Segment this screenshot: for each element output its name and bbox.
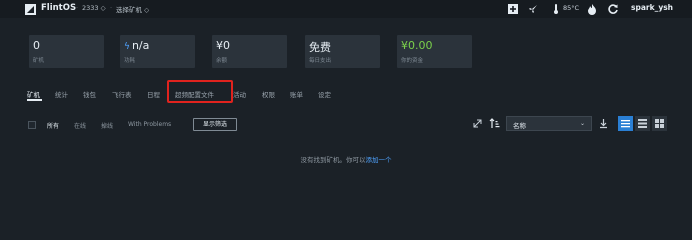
breadcrumb-separator: · bbox=[110, 4, 113, 12]
breadcrumb-separator: · bbox=[76, 4, 79, 12]
select-all-checkbox[interactable] bbox=[28, 121, 36, 129]
stat-card-workers: 0 矿机 bbox=[29, 35, 104, 68]
worker-selector[interactable]: 选择矿机 ◇ bbox=[116, 4, 149, 14]
stat-card-power: ϟ n/a 功耗 bbox=[120, 35, 195, 68]
brand-name[interactable]: FlintOS bbox=[41, 3, 76, 13]
refresh-icon[interactable] bbox=[607, 3, 619, 15]
stat-value-text: n/a bbox=[131, 39, 150, 52]
tab-wallets[interactable]: 钱包 bbox=[83, 89, 96, 99]
filter-online[interactable]: 在线 bbox=[74, 121, 86, 130]
stat-card-balance: ¥0 余额 bbox=[212, 35, 287, 68]
tab-settings[interactable]: 设定 bbox=[318, 89, 331, 99]
tab-schedule[interactable]: 日程 bbox=[147, 89, 160, 99]
view-grid-button[interactable] bbox=[652, 116, 667, 131]
stat-label: 每日支出 bbox=[309, 58, 332, 64]
chevron-down-icon: ⌄ bbox=[579, 120, 585, 127]
add-worker-link[interactable]: 添加一个 bbox=[366, 156, 392, 164]
filter-with-problems[interactable]: With Problems bbox=[128, 121, 171, 128]
view-list-button[interactable] bbox=[618, 116, 633, 131]
tab-permissions[interactable]: 权限 bbox=[262, 89, 275, 99]
stat-value: 免费 bbox=[309, 41, 331, 54]
tab-stats[interactable]: 统计 bbox=[55, 89, 68, 99]
stat-value: ¥0.00 bbox=[401, 39, 433, 52]
top-bar: FlintOS · 2333 ◇ · 选择矿机 ◇ 85°C spark_ysh bbox=[0, 0, 692, 18]
tab-billing[interactable]: 账单 bbox=[290, 89, 303, 99]
stat-value: 0 bbox=[33, 39, 40, 52]
stat-value: ϟ n/a bbox=[124, 39, 149, 52]
thermometer-icon bbox=[554, 4, 558, 14]
sort-order-icon[interactable] bbox=[489, 118, 500, 129]
compact-list-icon bbox=[638, 119, 647, 128]
logo-icon bbox=[25, 4, 36, 15]
tab-activity[interactable]: 活动 bbox=[233, 89, 246, 99]
fire-icon[interactable] bbox=[586, 3, 598, 15]
list-icon bbox=[621, 120, 630, 128]
active-tab-indicator bbox=[27, 99, 42, 101]
filter-offline[interactable]: 掉线 bbox=[101, 121, 113, 130]
add-icon[interactable] bbox=[507, 3, 519, 15]
username[interactable]: spark_ysh bbox=[631, 3, 673, 12]
tab-flight-sheets[interactable]: 飞行表 bbox=[112, 89, 132, 99]
bolt-icon: ϟ bbox=[124, 42, 130, 52]
highlight-annotation bbox=[167, 80, 233, 103]
view-compact-button[interactable] bbox=[635, 116, 650, 131]
farm-selector[interactable]: 2333 ◇ bbox=[82, 4, 106, 12]
sort-select[interactable]: 名称 ⌄ bbox=[506, 116, 592, 131]
show-filters-button[interactable]: 显示筛选 bbox=[193, 118, 237, 131]
empty-state-text: 没有找到矿机。你可以 bbox=[300, 156, 366, 164]
temperature-value: 85°C bbox=[563, 4, 580, 12]
tab-workers[interactable]: 矿机 bbox=[27, 89, 40, 99]
rocket-icon[interactable] bbox=[527, 3, 539, 15]
download-icon[interactable] bbox=[598, 118, 609, 129]
sort-select-value: 名称 bbox=[513, 122, 526, 130]
stat-label: 功耗 bbox=[124, 58, 136, 64]
stat-card-daily-cost: 免费 每日支出 bbox=[305, 35, 380, 68]
stat-card-funds: ¥0.00 你的资金 bbox=[397, 35, 472, 68]
filter-all[interactable]: 所有 bbox=[47, 121, 59, 130]
stat-label: 你的资金 bbox=[401, 58, 424, 64]
grid-icon bbox=[655, 119, 664, 128]
stat-value: ¥0 bbox=[216, 39, 230, 52]
stat-label: 余额 bbox=[216, 58, 228, 64]
stat-label: 矿机 bbox=[33, 58, 45, 64]
expand-icon[interactable] bbox=[472, 118, 483, 129]
empty-state-message: 没有找到矿机。你可以添加一个 bbox=[0, 154, 692, 164]
